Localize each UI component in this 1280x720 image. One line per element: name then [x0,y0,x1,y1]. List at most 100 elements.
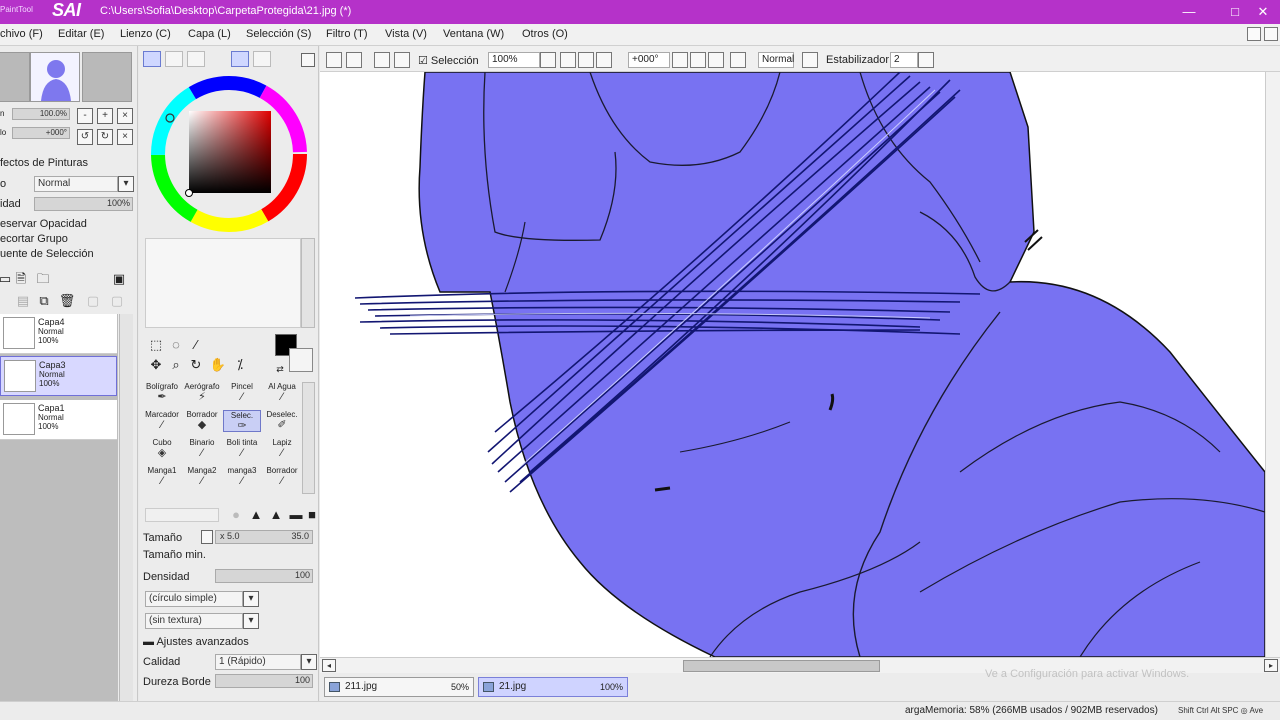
brush-shape-cone-icon[interactable]: ▲ [247,506,265,524]
rotate-left-icon[interactable] [672,52,688,68]
brush-size-slider[interactable]: x 5.0 35.0 [215,530,313,544]
rotate-right-icon[interactable]: ↻ [97,129,113,145]
brush-shape-dropdown-icon[interactable]: ▾ [243,591,259,607]
secondary-color-swatch[interactable] [289,348,313,372]
tool-grid-scrollbar[interactable] [302,382,315,494]
tool-eraser[interactable]: Borrador ◆ [183,410,221,432]
brush-shape-dome-icon[interactable]: ▲ [267,506,285,524]
tool-deselect-pen[interactable]: Deselec. ✐ [263,410,301,432]
tool-manga2[interactable]: Manga2 ⁄ [183,466,221,488]
scratchpad-scrollbar[interactable] [301,238,315,328]
brush-texture-select[interactable]: (sin textura) [145,613,243,629]
stabilizer-dropdown-icon[interactable] [918,52,934,68]
zoom-in-icon[interactable] [578,52,594,68]
angle-field[interactable]: +000° [628,52,670,68]
menu-file[interactable]: chivo (F) [0,28,43,40]
rotate-left-icon[interactable]: ↺ [77,129,93,145]
scroll-thumb[interactable] [683,660,880,672]
lasso-icon[interactable]: ◌ [167,336,185,354]
blend-mode-select[interactable]: Normal [34,176,118,192]
doc-tab-21[interactable]: 21.jpg 100% [478,677,628,697]
clip-group-checkbox[interactable]: ecortar Grupo [0,233,68,245]
select-all-icon[interactable] [326,52,342,68]
brush-shape-select[interactable]: (círculo simple) [145,591,243,607]
navigator-zoom-slider[interactable]: 100.0% [12,108,70,120]
menu-view[interactable]: Vista (V) [385,28,427,40]
brush-shape-flat-icon[interactable]: ■ [303,506,321,524]
tool-brush[interactable]: Pincel ⁄ [223,382,261,404]
lock-layer-icon[interactable]: ▢ [108,292,126,310]
zoom-field[interactable]: 100% [488,52,540,68]
rotate-right-icon[interactable] [690,52,706,68]
rotate-view-icon[interactable]: ↻ [187,356,205,374]
scratchpad-area[interactable] [145,238,301,328]
color-wheel[interactable] [149,74,309,234]
layer-item[interactable]: Capa4 Normal 100% [0,314,117,354]
zoom-out-icon[interactable] [560,52,576,68]
merge-down-icon[interactable]: ⧉ [35,292,53,310]
stabilizer-field[interactable]: 2 [890,52,918,68]
menu-filter[interactable]: Filtro (T) [326,28,368,40]
deselect-icon[interactable] [346,52,362,68]
zoom-out-icon[interactable]: - [77,108,93,124]
quality-dropdown-icon[interactable]: ▾ [301,654,317,670]
rect-select-icon[interactable]: ⬚ [147,336,165,354]
zoom-fit-icon[interactable] [596,52,612,68]
tool-pen[interactable]: Bolígrafo ✒ [143,382,181,404]
tool-water[interactable]: Al Agua ⁄ [263,382,301,404]
layer-options-icon[interactable]: ▣ [110,270,128,288]
opacity-slider[interactable]: 100% [34,197,133,211]
zoom-dropdown-icon[interactable] [540,52,556,68]
tool-ink-pen[interactable]: Boli tinta ⁄ [223,438,261,460]
rotate-reset-icon[interactable] [708,52,724,68]
navigator-preview[interactable] [30,52,80,102]
hide-selection-icon[interactable] [394,52,410,68]
close-icon[interactable]: ✕ [1250,2,1276,22]
delete-layer-icon[interactable]: 🗑 [58,292,76,310]
tool-binary[interactable]: Binario ⁄ [183,438,221,460]
menu-others[interactable]: Otros (O) [522,28,568,40]
density-slider[interactable]: 100 [215,569,313,583]
size-multiplier-icon[interactable] [201,530,213,544]
advanced-settings-toggle[interactable]: ▬ Ajustes avanzados [143,636,249,648]
layer-item[interactable]: Capa1 Normal 100% [0,400,117,440]
hsv-sliders-tab-icon[interactable] [187,51,205,67]
flip-horizontal-icon[interactable] [730,52,746,68]
quality-select[interactable]: 1 (Rápido) [215,654,301,670]
clear-layer-icon[interactable]: ▢ [84,292,102,310]
tool-manga3[interactable]: manga3 ⁄ [223,466,261,488]
restore-panels-icon[interactable] [1247,27,1261,41]
zoom-reset-icon[interactable]: × [117,108,133,124]
scroll-right-icon[interactable]: ▸ [1264,659,1278,672]
tool-eraser-2[interactable]: Borrador ⁄ [263,466,301,488]
tool-marker[interactable]: Marcador ⁄ [143,410,181,432]
color-wheel-tab-icon[interactable] [143,51,161,67]
zoom-icon[interactable]: ⌕ [167,356,185,374]
rgb-sliders-tab-icon[interactable] [165,51,183,67]
magic-wand-icon[interactable]: ⁄ [187,336,205,354]
preserve-opacity-checkbox[interactable]: eservar Opacidad [0,218,87,230]
tool-airbrush[interactable]: Aerógrafo ⚡ [183,382,221,404]
brush-texture-dropdown-icon[interactable]: ▾ [243,613,259,629]
panel-layout-icon[interactable] [1264,27,1278,41]
menu-layer[interactable]: Capa (L) [188,28,231,40]
scroll-left-icon[interactable]: ◂ [322,659,336,672]
selection-checkbox[interactable]: ☑ Selección [418,54,479,67]
swap-colors-icon[interactable]: ⇄ [271,360,289,378]
new-folder-icon[interactable]: 🗀 [34,270,52,288]
tool-select-pen[interactable]: Selec. ✑ [223,410,261,432]
transfer-down-icon[interactable]: ▤ [14,292,32,310]
edge-hardness-slider[interactable]: 100 [215,674,313,688]
menu-selection[interactable]: Selección (S) [246,28,311,40]
view-blend-dropdown-icon[interactable] [802,52,818,68]
invert-selection-icon[interactable] [374,52,390,68]
move-icon[interactable]: ✥ [147,356,165,374]
panel-collapse-icon[interactable] [301,53,315,67]
menu-window[interactable]: Ventana (W) [443,28,504,40]
layer-list-scrollbar[interactable] [119,314,133,720]
minimize-icon[interactable]: — [1176,2,1202,22]
maximize-icon[interactable]: □ [1222,2,1248,22]
view-blend-select[interactable]: Normal [758,52,794,68]
rotate-reset-icon[interactable]: × [117,129,133,145]
blend-mode-dropdown-icon[interactable]: ▾ [118,176,134,192]
